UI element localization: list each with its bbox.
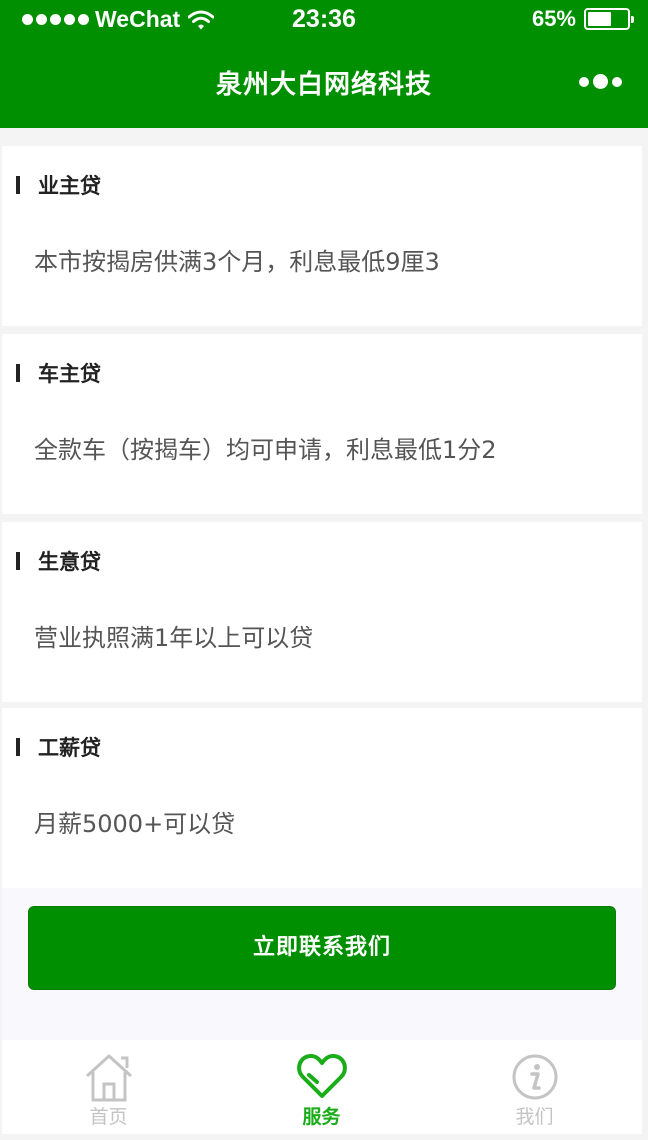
card-description: 月薪5000+可以贷 [34,810,236,838]
card-description: 本市按揭房供满3个月，利息最低9厘3 [34,248,440,276]
header: WeChat 23:36 65% 泉州大白网络科技 [0,0,648,128]
contact-area: 立即联系我们 [2,888,642,1040]
title-marker [16,364,20,382]
status-right: 65% [531,6,634,32]
title-marker [16,738,20,756]
loan-card-business[interactable]: 生意贷 营业执照满1年以上可以贷 [2,522,642,702]
home-icon [85,1054,132,1102]
battery-fill [588,12,612,26]
tab-bar: 首页 服务 我们 [2,1040,642,1134]
card-title: 车主贷 [16,358,101,388]
card-title: 生意贷 [16,546,101,576]
loan-card-car[interactable]: 车主贷 全款车（按揭车）均可申请，利息最低1分2 [2,334,642,514]
card-description: 营业执照满1年以上可以贷 [34,624,314,652]
title-marker [16,176,20,194]
card-title: 工薪贷 [16,732,101,762]
app-screen: WeChat 23:36 65% 泉州大白网络科技 业主贷 本市按揭房供满3个月… [0,0,648,1140]
tab-label: 首页 [89,1106,128,1128]
tab-about[interactable]: 我们 [428,1040,641,1134]
card-title-text: 工薪贷 [38,736,101,760]
info-icon [512,1054,557,1100]
more-options-button[interactable] [579,74,622,89]
battery-icon [584,8,634,30]
loan-card-salary[interactable]: 工薪贷 月薪5000+可以贷 [2,708,642,888]
tab-label: 服务 [302,1106,341,1128]
status-bar: WeChat 23:36 65% [0,0,648,40]
heart-icon [296,1054,347,1098]
loan-card-owner[interactable]: 业主贷 本市按揭房供满3个月，利息最低9厘3 [2,146,642,326]
card-title-text: 车主贷 [38,362,101,386]
tab-services[interactable]: 服务 [215,1040,428,1134]
battery-percent: 65% [531,6,576,31]
page-title: 泉州大白网络科技 [215,70,432,100]
card-title-text: 生意贷 [38,550,101,574]
title-marker [16,552,20,570]
card-description: 全款车（按揭车）均可申请，利息最低1分2 [34,436,497,464]
contact-us-button[interactable]: 立即联系我们 [28,906,616,990]
card-title-text: 业主贷 [38,174,101,198]
tab-label: 我们 [515,1106,554,1128]
tab-home[interactable]: 首页 [2,1040,215,1134]
card-title: 业主贷 [16,170,101,200]
